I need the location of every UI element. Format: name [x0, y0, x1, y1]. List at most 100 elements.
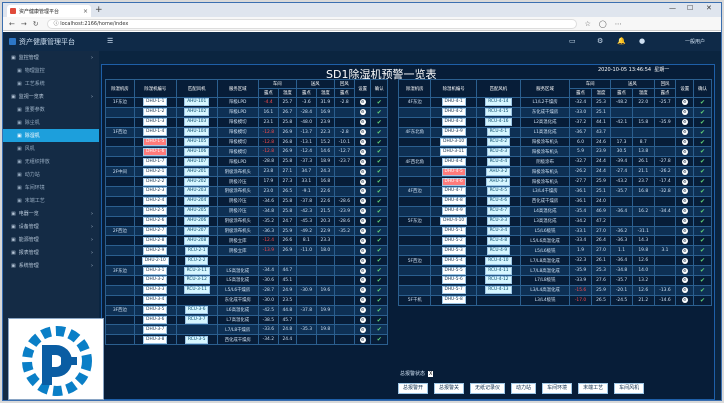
menu-icon[interactable]: ⋯ — [615, 20, 622, 28]
unit-tag[interactable]: DHU-1-4 — [143, 128, 168, 137]
unit-tag[interactable]: DHU-2-1 — [143, 167, 168, 176]
confirm-check-icon[interactable]: ✔ — [700, 297, 705, 304]
confirm-check-icon[interactable]: ✔ — [377, 148, 382, 155]
confirm-check-icon[interactable]: ✔ — [377, 218, 382, 225]
row-settings-icon[interactable]: ⚙ — [359, 99, 366, 106]
fan-tag[interactable]: RCU-4-5 — [486, 187, 511, 196]
unit-tag[interactable]: DHU-3-9 — [441, 128, 466, 137]
unit-tag[interactable]: DHU-3-8 — [143, 335, 168, 344]
unit-tag[interactable]: DHU-1-2 — [143, 108, 168, 117]
row-settings-icon[interactable]: ⚙ — [359, 218, 366, 225]
fan-tag[interactable]: AHU-103 — [184, 118, 210, 127]
unit-tag[interactable]: DHU-5-1 — [441, 227, 466, 235]
fan-tag[interactable]: AHU-202 — [184, 177, 210, 186]
hamburger-icon[interactable]: ☰ — [107, 37, 113, 45]
confirm-check-icon[interactable]: ✔ — [700, 257, 705, 264]
unit-tag[interactable]: DHU-3-3 — [143, 286, 168, 295]
confirm-check-icon[interactable]: ✔ — [700, 277, 705, 284]
sidebar-item[interactable]: ▣ 能源管理 › — [3, 233, 99, 246]
row-settings-icon[interactable]: ⚙ — [681, 237, 688, 244]
row-settings-icon[interactable]: ⚙ — [681, 99, 688, 106]
row-settings-icon[interactable]: ⚙ — [681, 109, 688, 116]
row-settings-icon[interactable]: ⚙ — [681, 277, 688, 284]
confirm-check-icon[interactable]: ✔ — [377, 237, 382, 244]
row-settings-icon[interactable]: ⚙ — [359, 297, 366, 304]
confirm-check-icon[interactable]: ✔ — [700, 208, 705, 215]
bell-icon[interactable]: 🔔 — [617, 37, 626, 45]
action-button[interactable]: 车间风机 — [614, 383, 645, 394]
fan-tag[interactable]: RCU-4-3 — [486, 147, 511, 156]
sidebar-item[interactable]: ▣ 设备管理 › — [3, 220, 99, 233]
fan-tag[interactable]: RCU-4-11 — [485, 266, 512, 275]
unit-tag[interactable]: DHU-4-4 — [441, 157, 466, 166]
url-input[interactable]: ⓘ localhost:2166/home/index — [46, 18, 577, 29]
browser-tab[interactable]: 资产健康管理平台 × — [7, 5, 91, 17]
user-menu[interactable]: 一般用户 — [685, 38, 705, 45]
unit-tag[interactable]: DHU-2-9 — [143, 246, 168, 255]
fan-tag[interactable]: AHU-105 — [184, 138, 210, 146]
minimize-icon[interactable]: — — [669, 4, 676, 12]
fan-tag[interactable]: RCU-4-7 — [486, 207, 511, 216]
confirm-check-icon[interactable]: ✔ — [700, 109, 705, 116]
fan-tag[interactable]: AHU-208 — [184, 236, 210, 245]
fan-tag[interactable]: RCU-4-14 — [485, 98, 512, 107]
sidebar-item[interactable]: ▣ 除尘机 — [3, 116, 99, 129]
confirm-check-icon[interactable]: ✔ — [700, 218, 705, 225]
row-settings-icon[interactable]: ⚙ — [359, 148, 366, 155]
unit-tag[interactable]: DHU-5-6 — [441, 276, 466, 285]
confirm-check-icon[interactable]: ✔ — [700, 178, 705, 185]
fan-tag[interactable]: RCU-2-2 — [184, 256, 209, 265]
fan-tag[interactable]: AHU-207 — [184, 227, 210, 235]
fan-tag[interactable]: AHU-3-2 — [486, 167, 511, 176]
confirm-check-icon[interactable]: ✔ — [700, 237, 705, 244]
row-settings-icon[interactable]: ⚙ — [359, 336, 366, 343]
unit-tag[interactable]: DHU-2-6 — [143, 217, 168, 226]
unit-tag[interactable]: DHU-2-2 — [143, 177, 168, 186]
fan-tag[interactable]: AHU-3-3 — [486, 177, 511, 186]
row-settings-icon[interactable]: ⚙ — [681, 139, 688, 145]
fan-tag[interactable]: RCU-4-4 — [486, 157, 511, 166]
close-tab-icon[interactable]: × — [83, 8, 88, 15]
unit-tag[interactable]: DHU-2-10 — [141, 256, 169, 265]
fan-tag[interactable]: RCU-4-10 — [485, 256, 512, 265]
row-settings-icon[interactable]: ⚙ — [359, 158, 366, 165]
row-settings-icon[interactable]: ⚙ — [359, 139, 366, 145]
sidebar-item[interactable]: ▣ 除湿机 — [3, 129, 99, 142]
row-settings-icon[interactable]: ⚙ — [359, 119, 366, 126]
unit-tag[interactable]: DHU-2-5 — [143, 207, 168, 216]
confirm-check-icon[interactable]: ✔ — [377, 178, 382, 185]
row-settings-icon[interactable]: ⚙ — [359, 188, 366, 195]
confirm-check-icon[interactable]: ✔ — [700, 168, 705, 175]
row-settings-icon[interactable]: ⚙ — [681, 188, 688, 195]
confirm-check-icon[interactable]: ✔ — [377, 168, 382, 175]
confirm-check-icon[interactable]: ✔ — [700, 129, 705, 136]
sidebar-item[interactable]: ▣ 风机 — [3, 142, 99, 155]
row-settings-icon[interactable]: ⚙ — [681, 168, 688, 175]
confirm-check-icon[interactable]: ✔ — [377, 267, 382, 274]
sidebar-item[interactable]: ▣ 监控管理 › — [3, 51, 99, 64]
confirm-check-icon[interactable]: ✔ — [700, 99, 705, 106]
sidebar-item[interactable]: ▣ 报表管理 › — [3, 246, 99, 259]
unit-tag[interactable]: DHU-3-4 — [143, 296, 168, 305]
unit-tag[interactable]: DHU-1-6 — [143, 147, 168, 156]
action-button[interactable]: 总报警开 — [398, 383, 429, 394]
unit-tag[interactable]: DHU-5-7 — [441, 286, 466, 295]
confirm-check-icon[interactable]: ✔ — [377, 188, 382, 195]
fan-tag[interactable]: RCU-3-6 — [184, 306, 209, 315]
fan-tag[interactable]: RCU-3-5 — [184, 335, 209, 344]
confirm-check-icon[interactable]: ✔ — [377, 158, 382, 165]
unit-tag[interactable]: DHU-4-8 — [441, 197, 466, 206]
row-settings-icon[interactable]: ⚙ — [681, 158, 688, 165]
confirm-check-icon[interactable]: ✔ — [377, 139, 382, 146]
fan-tag[interactable]: RCU-2-1 — [184, 246, 209, 255]
monitor-icon[interactable]: ▭ — [569, 37, 576, 45]
confirm-check-icon[interactable]: ✔ — [377, 228, 382, 235]
profile-icon[interactable]: ◯ — [599, 20, 607, 28]
sidebar-item[interactable]: ▣ 重要参数 — [3, 103, 99, 116]
sidebar-item[interactable]: ▣ 物理监控 — [3, 64, 99, 77]
unit-tag[interactable]: DHU-5-2 — [441, 236, 466, 245]
row-settings-icon[interactable]: ⚙ — [359, 277, 366, 284]
row-settings-icon[interactable]: ⚙ — [681, 129, 688, 136]
confirm-check-icon[interactable]: ✔ — [377, 99, 382, 106]
action-button[interactable]: 动力站 — [511, 383, 537, 394]
